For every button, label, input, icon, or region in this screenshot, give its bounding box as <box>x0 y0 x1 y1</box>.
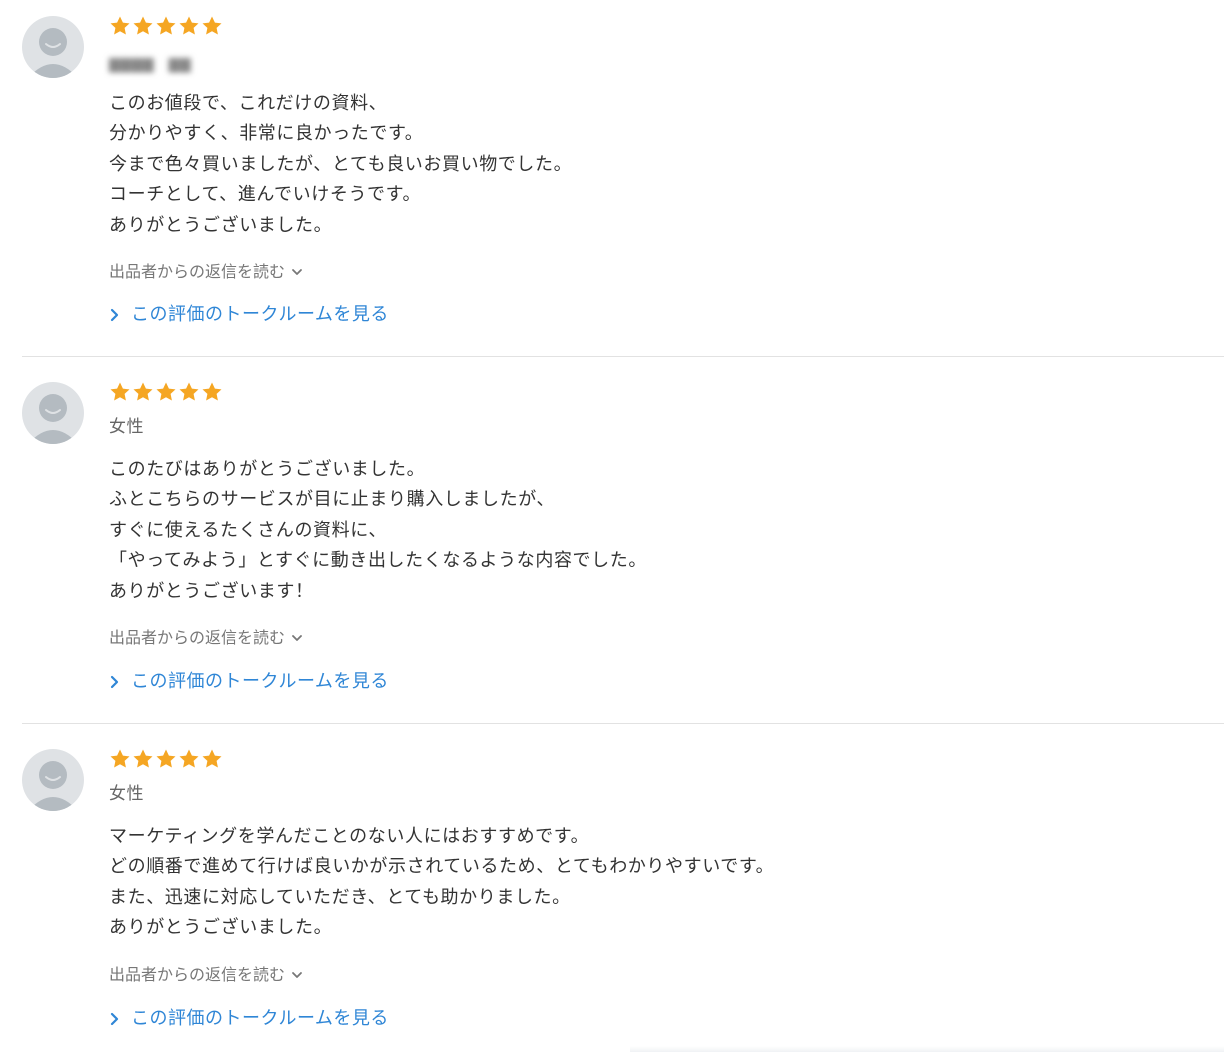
star-icon <box>202 16 222 35</box>
read-reply-label: 出品者からの返信を読む <box>109 262 286 281</box>
divider <box>22 723 1224 724</box>
divider <box>22 356 1224 357</box>
review-text: マーケティングを学んだことのない人にはおすすめです。どの順番で進めて行けば良いか… <box>109 822 774 944</box>
view-talkroom-link[interactable]: この評価のトークルームを見る <box>109 1007 389 1031</box>
review-text-line: マーケティングを学んだことのない人にはおすすめです。 <box>109 826 590 847</box>
avatar[interactable] <box>22 749 84 811</box>
star-icon <box>179 16 199 35</box>
review-text-line: このたびはありがとうございました。 <box>109 459 426 480</box>
reviewer-name: 女性 <box>109 784 144 804</box>
star-icon <box>202 749 222 768</box>
star-icon <box>133 749 153 768</box>
user-avatar-icon <box>22 16 84 78</box>
star-icon <box>156 382 176 401</box>
read-reply-label: 出品者からの返信を読む <box>109 965 286 984</box>
chevron-right-icon <box>110 308 119 322</box>
review-text-line: 「やってみよう」とすぐに動き出したくなるような内容でした。 <box>109 550 647 572</box>
star-icon <box>133 382 153 401</box>
review-text-line: 今まで色々買いましたが、とても良いお買い物でした。 <box>109 153 573 175</box>
view-talkroom-label: この評価のトークルームを見る <box>131 671 389 692</box>
read-reply-toggle[interactable]: 出品者からの返信を読む <box>109 627 303 649</box>
chevron-down-icon <box>292 972 302 978</box>
star-icon <box>110 749 130 768</box>
review-text: このたびはありがとうございました。ふとこちらのサービスが目に止まり購入しましたが… <box>109 455 647 607</box>
chevron-right-icon <box>110 1012 119 1026</box>
view-talkroom-link[interactable]: この評価のトークルームを見る <box>109 303 389 327</box>
review-text-line: ありがとうございます！ <box>109 580 314 602</box>
review-text: このお値段で、これだけの資料、分かりやすく、非常に良かったです。今まで色々買いま… <box>109 89 572 241</box>
reviewer-name: ▇▇▇▇ ▇▇ <box>109 53 191 77</box>
avatar[interactable] <box>22 382 84 444</box>
review-text-line: すぐに使えるたくさんの資料に、 <box>109 519 387 541</box>
review-text-line: ありがとうございました。 <box>109 917 333 939</box>
star-icon <box>133 16 153 35</box>
view-talkroom-label: この評価のトークルームを見る <box>131 304 389 325</box>
bottom-fade <box>630 1046 1224 1052</box>
chevron-right-icon <box>110 675 119 689</box>
review-text-line: どの順番で進めて行けば良いかが示されているため、とてもわかりやすいです。 <box>109 856 775 878</box>
star-icon <box>179 382 199 401</box>
review-text-line: ふとこちらのサービスが目に止まり購入しましたが、 <box>109 489 556 511</box>
user-avatar-icon <box>22 382 84 444</box>
user-avatar-icon <box>22 749 84 811</box>
view-talkroom-label: この評価のトークルームを見る <box>131 1008 389 1029</box>
star-icon <box>156 16 176 35</box>
star-icon <box>179 749 199 768</box>
chevron-down-icon <box>292 269 302 275</box>
review-text-line: このお値段で、これだけの資料、 <box>109 93 388 114</box>
reviewer-name: 女性 <box>109 417 144 437</box>
view-talkroom-link[interactable]: この評価のトークルームを見る <box>109 670 389 694</box>
star-icon <box>110 16 130 35</box>
review-text-line: また、迅速に対応していただき、とても助かりました。 <box>109 886 571 908</box>
star-icon <box>110 382 130 401</box>
rating-stars <box>109 748 223 772</box>
read-reply-label: 出品者からの返信を読む <box>109 628 286 647</box>
star-icon <box>156 749 176 768</box>
read-reply-toggle[interactable]: 出品者からの返信を読む <box>109 261 303 283</box>
chevron-down-icon <box>292 635 302 641</box>
reviewer-name-redacted: ▇▇▇▇ ▇▇ <box>109 57 192 73</box>
avatar[interactable] <box>22 16 84 78</box>
star-icon <box>202 382 222 401</box>
review-text-line: ありがとうございました。 <box>109 214 333 236</box>
rating-stars <box>109 15 223 39</box>
rating-stars <box>109 381 223 405</box>
read-reply-toggle[interactable]: 出品者からの返信を読む <box>109 964 303 986</box>
review-text-line: コーチとして、進んでいけそうです。 <box>109 184 422 206</box>
review-text-line: 分かりやすく、非常に良かったです。 <box>109 123 424 145</box>
